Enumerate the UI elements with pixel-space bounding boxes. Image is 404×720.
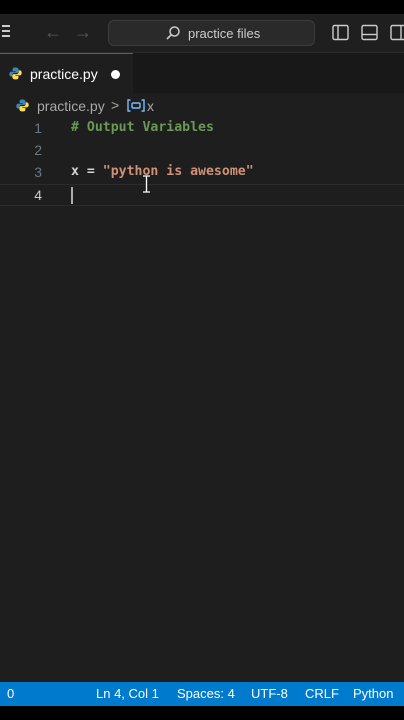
line-ending[interactable]: CRLF <box>305 686 339 701</box>
status-bar: 0 Ln 4, Col 1 Spaces: 4 UTF-8 CRLF Pytho… <box>0 682 404 706</box>
forward-arrow-icon[interactable]: → <box>74 21 92 43</box>
python-file-icon <box>16 99 29 112</box>
code-line[interactable]: 3 x = "python is awesome" <box>0 162 404 184</box>
tab-label: practice.py <box>30 66 98 82</box>
code-editor[interactable]: 1 # Output Variables 2 3 x = "python is … <box>0 118 404 682</box>
language-mode[interactable]: Python <box>353 686 393 701</box>
ibeam-cursor-icon <box>143 175 150 193</box>
indentation[interactable]: Spaces: 4 <box>177 686 235 701</box>
line-number: 4 <box>34 187 42 203</box>
unsaved-dot-icon[interactable] <box>111 70 120 79</box>
breadcrumb-file[interactable]: practice.py <box>37 98 105 114</box>
code-line[interactable]: 1 # Output Variables <box>0 118 404 140</box>
cursor-position[interactable]: Ln 4, Col 1 <box>96 686 159 701</box>
breadcrumb-separator: > <box>111 97 120 113</box>
toggle-panel-icon[interactable] <box>361 24 378 41</box>
tab-bar: practice.py <box>0 53 404 94</box>
comment-token: # Output Variables <box>71 120 214 135</box>
python-file-icon <box>9 67 22 80</box>
operator-token: = <box>78 164 103 179</box>
variable-symbol-icon <box>127 99 145 112</box>
editor-window: ← → practice files practice.py practice.… <box>0 14 404 706</box>
breadcrumb-symbol[interactable]: x <box>147 98 154 114</box>
code-line-current[interactable]: 4 <box>0 184 404 206</box>
title-bar: ← → practice files <box>0 14 404 53</box>
toggle-sidebar-icon[interactable] <box>332 24 349 41</box>
toggle-secondary-sidebar-icon[interactable] <box>390 24 404 41</box>
search-text: practice files <box>188 26 261 41</box>
line-number: 1 <box>34 120 42 136</box>
line-number: 2 <box>34 142 42 158</box>
breadcrumb: practice.py > x <box>0 94 404 118</box>
line-number: 3 <box>34 164 42 180</box>
encoding[interactable]: UTF-8 <box>251 686 288 701</box>
search-icon <box>166 26 180 40</box>
code-line[interactable]: 2 <box>0 140 404 162</box>
string-token: "python is awesome" <box>102 164 254 179</box>
line-content: # Output Variables <box>71 120 214 135</box>
line-content: x = "python is awesome" <box>71 164 254 179</box>
problems-count[interactable]: 0 <box>7 686 14 701</box>
tab-practice-py[interactable]: practice.py <box>0 53 133 94</box>
command-center-search[interactable]: practice files <box>108 20 315 46</box>
variable-token: x <box>71 164 79 179</box>
back-arrow-icon[interactable]: ← <box>44 21 62 43</box>
text-cursor <box>71 187 73 204</box>
menu-icon[interactable] <box>2 25 10 40</box>
